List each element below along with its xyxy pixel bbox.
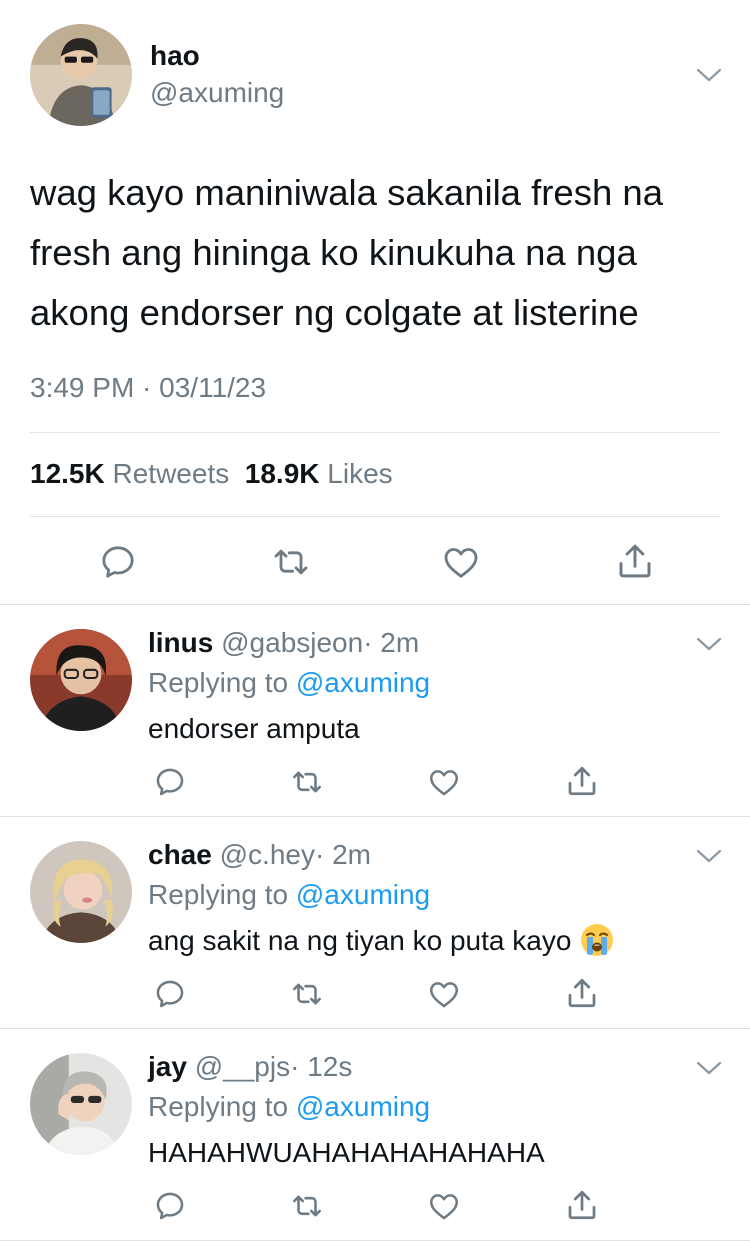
- retweet-icon: [274, 549, 308, 575]
- like-icon: [444, 548, 478, 578]
- share-button[interactable]: [564, 975, 600, 1011]
- comment-icon: [102, 546, 134, 578]
- author-handle[interactable]: @axuming: [150, 77, 284, 109]
- reply-button[interactable]: [98, 542, 138, 582]
- retweet-icon: [292, 1195, 322, 1217]
- retweets-count: 12.5K: [30, 458, 105, 489]
- retweets-label: Retweets: [112, 458, 230, 489]
- share-button[interactable]: [564, 763, 600, 799]
- chevron-down-icon[interactable]: [695, 635, 723, 653]
- chevron-down-icon[interactable]: [695, 66, 723, 84]
- engagement-stats: 12.5K Retweets 18.9K Likes: [30, 458, 393, 490]
- comment-icon: [156, 768, 184, 796]
- replying-to: Replying to @axuming: [148, 667, 430, 699]
- reply-time[interactable]: · 2m: [315, 839, 371, 870]
- likes-count: 18.9K: [244, 458, 320, 489]
- chevron-down-icon[interactable]: [695, 1059, 723, 1077]
- reply-time[interactable]: · 12s: [290, 1051, 352, 1082]
- reply-author-handle[interactable]: @__pjs: [195, 1051, 290, 1082]
- reply-tweet[interactable]: linus @gabsjeon· 2m Replying to @axuming…: [0, 605, 750, 817]
- like-button[interactable]: [426, 977, 462, 1011]
- likes-label: Likes: [327, 458, 393, 489]
- reply-author-name[interactable]: jay: [148, 1051, 187, 1082]
- retweet-button[interactable]: [289, 977, 325, 1011]
- retweet-button[interactable]: [289, 765, 325, 799]
- reply-button[interactable]: [153, 1189, 187, 1223]
- like-button[interactable]: [426, 1189, 462, 1223]
- reply-text: ang sakit na ng tiyan ko puta kayo: [148, 925, 572, 956]
- reply-header: jay @__pjs· 12s: [148, 1051, 352, 1083]
- share-icon: [568, 978, 596, 1008]
- replying-to: Replying to @axuming: [148, 879, 430, 911]
- share-icon: [568, 766, 596, 796]
- share-icon: [619, 544, 651, 578]
- avatar[interactable]: [30, 1053, 132, 1155]
- reply-author-name[interactable]: linus: [148, 627, 213, 658]
- share-button[interactable]: [564, 1187, 600, 1223]
- like-button[interactable]: [440, 542, 482, 582]
- reply-text: endorser amputa: [148, 713, 360, 744]
- replying-to-mention[interactable]: @axuming: [296, 879, 430, 910]
- avatar[interactable]: [30, 24, 132, 126]
- like-icon: [429, 1194, 459, 1220]
- reply-author-handle[interactable]: @gabsjeon: [221, 627, 363, 658]
- retweet-icon: [292, 983, 322, 1005]
- reply-time[interactable]: · 2m: [363, 627, 419, 658]
- chevron-down-icon[interactable]: [695, 847, 723, 865]
- like-button[interactable]: [426, 765, 462, 799]
- retweet-stat[interactable]: 12.5K Retweets: [30, 458, 229, 489]
- share-icon: [568, 1190, 596, 1220]
- reply-author-handle[interactable]: @c.hey: [220, 839, 315, 870]
- replying-to-mention[interactable]: @axuming: [296, 1091, 430, 1122]
- reply-button[interactable]: [153, 765, 187, 799]
- reply-text: HAHAHWUAHAHAHAHAHAHA: [148, 1137, 545, 1168]
- author-name[interactable]: hao: [150, 40, 200, 72]
- loudly-crying-face-icon: [581, 923, 614, 956]
- tweet-text: wag kayo maniniwala sakanila fresh na fr…: [30, 172, 664, 333]
- like-icon: [429, 982, 459, 1008]
- avatar[interactable]: [30, 629, 132, 731]
- comment-icon: [156, 1192, 184, 1220]
- divider: [30, 432, 720, 433]
- share-button[interactable]: [614, 540, 656, 582]
- main-tweet: hao @axuming wag kayo maniniwala sakanil…: [0, 0, 750, 605]
- reply-header: chae @c.hey· 2m: [148, 839, 371, 871]
- replying-to-prefix: Replying to: [148, 1091, 289, 1122]
- replying-to-mention[interactable]: @axuming: [296, 667, 430, 698]
- retweet-icon: [292, 771, 322, 793]
- retweet-button[interactable]: [270, 542, 312, 582]
- reply-button[interactable]: [153, 977, 187, 1011]
- like-icon: [429, 770, 459, 796]
- reply-tweet[interactable]: chae @c.hey· 2m Replying to @axuming ang…: [0, 817, 750, 1029]
- reply-tweet[interactable]: jay @__pjs· 12s Replying to @axuming HAH…: [0, 1029, 750, 1241]
- replying-to-prefix: Replying to: [148, 667, 289, 698]
- comment-icon: [156, 980, 184, 1008]
- replying-to-prefix: Replying to: [148, 879, 289, 910]
- reply-header: linus @gabsjeon· 2m: [148, 627, 419, 659]
- replying-to: Replying to @axuming: [148, 1091, 430, 1123]
- reply-text-row: ang sakit na ng tiyan ko puta kayo: [148, 923, 615, 958]
- like-stat[interactable]: 18.9K Likes: [245, 458, 393, 489]
- retweet-button[interactable]: [289, 1189, 325, 1223]
- tweet-timestamp[interactable]: 3:49 PM · 03/11/23: [30, 372, 266, 404]
- divider: [30, 516, 720, 517]
- avatar[interactable]: [30, 841, 132, 943]
- reply-author-name[interactable]: chae: [148, 839, 212, 870]
